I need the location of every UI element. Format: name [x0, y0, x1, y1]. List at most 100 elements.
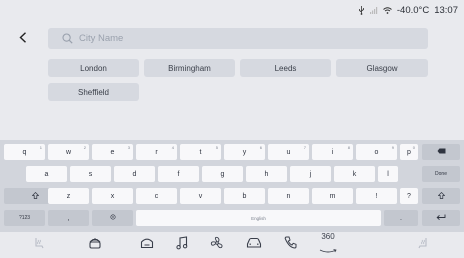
- key-exclamation[interactable]: !: [356, 188, 397, 204]
- bottom-dock: 360: [0, 232, 464, 258]
- fan-heat-button[interactable]: [86, 236, 104, 254]
- comma-key[interactable]: ,: [48, 210, 89, 226]
- key-hint: 4: [171, 145, 174, 150]
- key-hint: 1: [39, 145, 42, 150]
- search-input[interactable]: [79, 33, 379, 44]
- suggestion-glasgow[interactable]: Glasgow: [336, 59, 428, 77]
- key-r[interactable]: r4: [136, 144, 177, 160]
- camera-360-button[interactable]: 360: [316, 232, 340, 254]
- key-label: r: [155, 148, 158, 156]
- music-note-icon: [176, 235, 188, 255]
- seat-heat-left-button[interactable]: [30, 236, 48, 254]
- rotate-arc-icon: [319, 241, 337, 258]
- key-hint: 9: [391, 145, 394, 150]
- backspace-key[interactable]: [422, 144, 460, 160]
- key-p[interactable]: p0: [400, 144, 418, 160]
- enter-icon: [436, 214, 446, 223]
- key-y[interactable]: y6: [224, 144, 265, 160]
- seat-heat-icon: [417, 236, 429, 255]
- key-l[interactable]: l: [378, 166, 398, 182]
- key-b[interactable]: b: [224, 188, 265, 204]
- space-key[interactable]: English: [136, 210, 381, 226]
- key-label: o: [374, 148, 379, 156]
- vehicle-button[interactable]: [244, 236, 264, 254]
- key-label: u: [286, 148, 291, 156]
- shift-key-right[interactable]: [422, 188, 460, 204]
- music-button[interactable]: [173, 235, 191, 255]
- key-h[interactable]: h: [246, 166, 287, 182]
- temperature-text: -40.0°C: [396, 5, 430, 16]
- back-button[interactable]: [14, 29, 32, 49]
- suggestion-sheffield[interactable]: Sheffield: [48, 83, 139, 101]
- status-bar: -40.0°C 13:07: [0, 0, 464, 24]
- key-u[interactable]: u7: [268, 144, 309, 160]
- key-n[interactable]: n: [268, 188, 309, 204]
- key-label: p: [407, 148, 411, 156]
- phone-icon: [284, 236, 297, 254]
- home-icon: [140, 236, 154, 254]
- chevron-left-icon: [19, 30, 27, 48]
- home-button[interactable]: [138, 236, 156, 254]
- wifi-icon: [383, 7, 392, 14]
- shift-icon: [437, 191, 445, 201]
- phone-button[interactable]: [281, 236, 299, 254]
- key-k[interactable]: k: [334, 166, 375, 182]
- key-hint: 2: [83, 145, 86, 150]
- clock-text: 13:07: [434, 5, 458, 16]
- settings-icon: [109, 214, 116, 222]
- shift-icon: [31, 191, 39, 201]
- settings-key[interactable]: [92, 210, 133, 226]
- on-screen-keyboard: q1 w2 e3 r4 t5 y6 u7 i8 o9 p0 a s d f g …: [0, 140, 464, 232]
- key-label: q: [22, 148, 27, 156]
- enter-key[interactable]: [422, 210, 460, 226]
- search-bar-area: [0, 28, 464, 50]
- key-label: y: [242, 148, 247, 156]
- car-icon: [246, 236, 262, 254]
- camera-360-label: 360: [321, 231, 335, 241]
- symbols-key[interactable]: ?123: [4, 210, 45, 226]
- key-hint: 5: [215, 145, 218, 150]
- key-d[interactable]: d: [114, 166, 155, 182]
- search-icon: [62, 33, 73, 44]
- seat-heat-right-button[interactable]: [414, 236, 432, 254]
- suggestion-birmingham[interactable]: Birmingham: [144, 59, 235, 77]
- key-j[interactable]: j: [290, 166, 331, 182]
- key-z[interactable]: z: [48, 188, 89, 204]
- key-hint: 6: [259, 145, 262, 150]
- backspace-icon: [437, 148, 446, 156]
- key-e[interactable]: e3: [92, 144, 133, 160]
- key-i[interactable]: i8: [312, 144, 353, 160]
- key-f[interactable]: f: [158, 166, 199, 182]
- key-label: w: [65, 148, 72, 156]
- defrost-icon: [88, 236, 102, 255]
- key-label: i: [331, 148, 334, 156]
- key-x[interactable]: x: [92, 188, 133, 204]
- seat-heat-icon: [33, 236, 45, 255]
- usb-icon: [358, 6, 365, 15]
- search-field[interactable]: [48, 28, 428, 49]
- period-key[interactable]: .: [384, 210, 418, 226]
- status-right: -40.0°C 13:07: [358, 5, 458, 16]
- key-c[interactable]: c: [136, 188, 177, 204]
- suggestion-london[interactable]: London: [48, 59, 139, 77]
- fan-button[interactable]: [208, 236, 226, 254]
- key-v[interactable]: v: [180, 188, 221, 204]
- key-hint: 3: [127, 145, 130, 150]
- key-g[interactable]: g: [202, 166, 243, 182]
- key-m[interactable]: m: [312, 188, 353, 204]
- suggestion-leeds[interactable]: Leeds: [240, 59, 331, 77]
- fan-icon: [210, 236, 224, 255]
- key-question[interactable]: ?: [400, 188, 418, 204]
- key-hint: 8: [347, 145, 350, 150]
- done-key[interactable]: Done: [422, 166, 460, 182]
- key-t[interactable]: t5: [180, 144, 221, 160]
- key-a[interactable]: a: [26, 166, 67, 182]
- key-hint: 7: [303, 145, 306, 150]
- key-o[interactable]: o9: [356, 144, 397, 160]
- key-label: t: [199, 148, 202, 156]
- key-q[interactable]: q1: [4, 144, 45, 160]
- key-label: e: [110, 148, 115, 156]
- key-s[interactable]: s: [70, 166, 111, 182]
- key-hint: 0: [412, 145, 415, 150]
- key-w[interactable]: w2: [48, 144, 89, 160]
